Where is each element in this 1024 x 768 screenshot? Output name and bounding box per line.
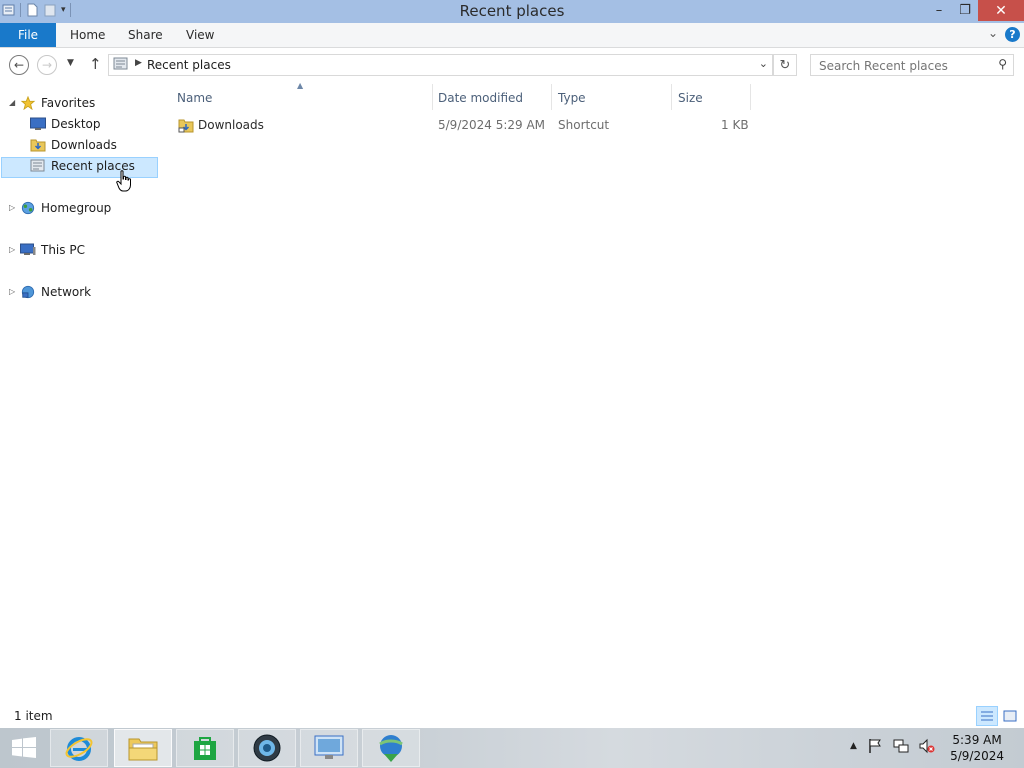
expand-ribbon-chevron-icon[interactable]: ⌄ [988,26,998,40]
nav-item-label: Downloads [51,138,117,152]
search-input[interactable] [817,57,991,75]
forward-arrow-icon: → [41,58,53,72]
network-status-icon[interactable] [893,738,909,754]
file-date-modified: 5/9/2024 5:29 AM [438,118,546,132]
minimize-button[interactable]: – [926,0,952,21]
tab-file[interactable]: File [0,23,56,47]
large-icons-view-button[interactable] [999,706,1021,726]
search-icon[interactable]: ⚲ [998,57,1007,71]
sort-ascending-icon: ▲ [297,81,304,90]
column-header-name[interactable]: Name [177,88,212,108]
taskbar-download-manager[interactable] [362,729,420,767]
star-icon [20,96,36,110]
start-button[interactable] [0,729,48,767]
details-view-button[interactable] [976,706,998,726]
column-divider[interactable] [750,84,751,110]
back-button[interactable]: ← [9,55,29,75]
action-center-flag-icon[interactable] [867,738,883,754]
expand-arrow-icon[interactable]: ▷ [9,282,15,302]
taskbar: ▲ 5:39 AM 5/9/2024 [0,728,1024,768]
hand-cursor-icon [116,170,131,192]
breadcrumb-separator-icon[interactable]: ▶ [135,58,142,68]
download-manager-icon [379,735,403,762]
column-divider[interactable] [432,84,433,110]
search-box[interactable]: ⚲ [810,54,1014,76]
forward-button[interactable]: → [37,55,57,75]
file-size: 1 KB [721,118,749,132]
expand-arrow-icon[interactable]: ▷ [9,240,15,260]
clock-date: 5/9/2024 [950,749,1004,763]
globe-app-icon [253,734,281,762]
nav-homegroup-label: Homegroup [41,201,112,215]
navigation-bar: ← → ▼ ↑ ▶ Recent places ⌄ ↻ ⚲ [0,48,1024,82]
restore-button[interactable]: ❐ [952,0,978,21]
file-name[interactable]: Downloads [198,118,264,132]
navigation-pane: ◢ Favorites Desktop Downloads Recent pla… [0,84,160,704]
ribbon-tabs: File Home Share View ⌄ ? [0,23,1024,48]
taskbar-clock[interactable]: 5:39 AM 5/9/2024 [950,732,1004,764]
desktop-icon [30,117,46,130]
clock-time: 5:39 AM [952,733,1002,747]
internet-explorer-icon [65,737,93,761]
back-arrow-icon: ← [13,58,25,72]
network-icon [21,285,35,299]
window-controls: – ❐ ✕ [926,0,1024,21]
taskbar-remote-desktop[interactable] [300,729,358,767]
refresh-button[interactable]: ↻ [773,54,797,76]
tab-view[interactable]: View [186,23,214,47]
this-pc-icon [20,243,36,255]
show-hidden-icons-icon[interactable]: ▲ [850,741,857,751]
details-view-icon [981,711,993,721]
remote-desktop-icon [314,735,344,759]
address-bar[interactable]: ▶ Recent places ⌄ [108,54,773,76]
column-header-type[interactable]: Type [558,88,586,108]
address-dropdown-chevron-icon[interactable]: ⌄ [759,57,768,70]
large-icons-view-icon [1003,710,1017,722]
taskbar-app-globe[interactable] [238,729,296,767]
close-button[interactable]: ✕ [978,0,1024,21]
volume-muted-icon[interactable] [919,738,935,754]
system-tray: ▲ [850,738,935,754]
title-bar: ▾ Recent places – ❐ ✕ [0,0,1024,23]
window-title: Recent places [459,2,565,20]
column-divider[interactable] [671,84,672,110]
shortcut-folder-icon [178,119,194,133]
taskbar-internet-explorer[interactable] [50,729,108,767]
windows-logo-icon [12,737,36,758]
item-count: 1 item [14,709,53,723]
recent-places-icon [113,57,128,70]
nav-favorites-label: Favorites [41,96,96,110]
nav-this-pc-label: This PC [41,243,85,257]
recent-locations-chevron-icon[interactable]: ▼ [67,58,74,68]
nav-network-label: Network [41,285,92,299]
status-bar: 1 item [0,704,1024,728]
store-icon [194,737,216,760]
file-explorer-icon [128,738,158,761]
homegroup-icon [21,201,35,215]
taskbar-store[interactable] [176,729,234,767]
file-type: Shortcut [558,118,610,132]
expand-arrow-icon[interactable]: ▷ [9,198,15,218]
refresh-icon: ↻ [779,57,791,73]
help-icon[interactable]: ? [1005,27,1020,42]
file-list: ▲ Name Date modified Type Size Downloads… [170,81,1024,704]
file-row[interactable]: Downloads 5/9/2024 5:29 AM Shortcut 1 KB [170,115,750,137]
column-header-date-modified[interactable]: Date modified [438,88,523,108]
column-divider[interactable] [551,84,552,110]
recent-places-icon [30,159,45,172]
nav-item-label: Desktop [51,117,101,131]
tab-home[interactable]: Home [70,23,105,47]
up-arrow-icon[interactable]: ↑ [89,55,102,73]
breadcrumb-location[interactable]: Recent places [147,58,231,72]
downloads-folder-icon [30,139,46,152]
column-header-size[interactable]: Size [678,88,703,108]
collapse-arrow-icon[interactable]: ◢ [9,93,15,113]
tab-share[interactable]: Share [128,23,163,47]
taskbar-file-explorer[interactable] [114,729,172,767]
